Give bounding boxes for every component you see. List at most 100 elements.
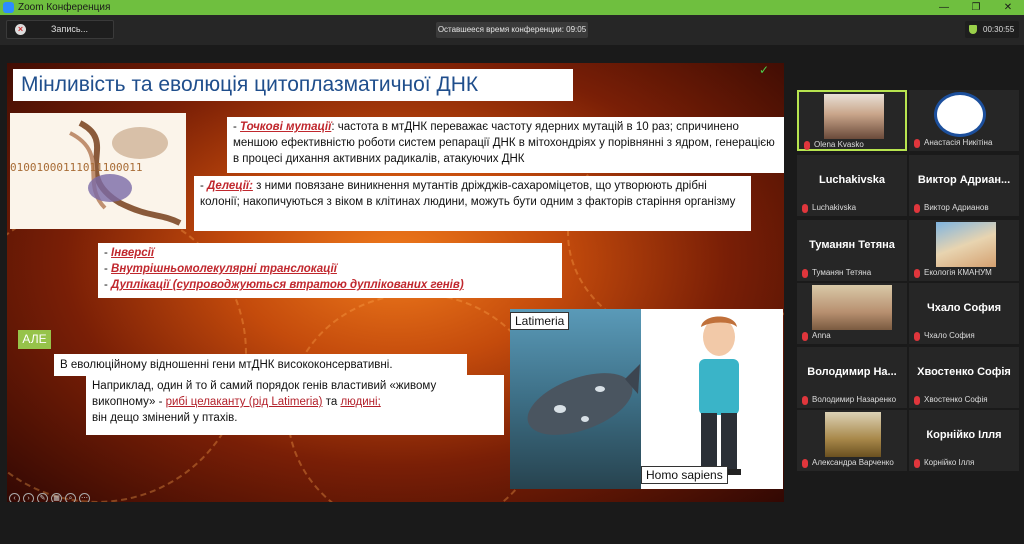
- participant-display-name: Туманян Тетяна: [809, 239, 895, 251]
- deletions-box: - Делеції: з ними повязане виникнення му…: [194, 176, 751, 231]
- participant-tile[interactable]: Туманян Тетяна Туманян Тетяна: [797, 220, 907, 281]
- human-figure: [697, 316, 741, 475]
- participant-name: Olena Kvasko: [814, 140, 864, 149]
- participant-tile[interactable]: Екологія КМАНУМ: [909, 220, 1019, 281]
- zoom-icon[interactable]: ⌕: [65, 493, 76, 502]
- participant-name: Екологія КМАНУМ: [924, 268, 992, 277]
- deletions-dash: -: [200, 180, 208, 192]
- participant-tile[interactable]: Анастасія Никітіна: [909, 90, 1019, 151]
- coelacanth-photo: [510, 309, 641, 489]
- record-button[interactable]: × Запись...: [6, 20, 114, 39]
- participant-name: Anna: [812, 331, 831, 340]
- participant-photo: [825, 412, 881, 457]
- example-text-3: він дещо змінений у птахів.: [92, 412, 238, 424]
- ale-label: АЛЕ: [18, 330, 51, 349]
- list-item: - Дуплікації (супроводжуються втратою ду…: [104, 277, 556, 293]
- participant-tile[interactable]: Володимир На... Володимир Назаренко: [797, 347, 907, 408]
- dna-illustration: 01001000111011100011: [10, 113, 186, 229]
- duplications-term: Дуплікації (супроводжуються втратою дупл…: [111, 279, 464, 291]
- list-dash: -: [104, 263, 112, 275]
- participant-name: Анастасія Никітіна: [924, 138, 993, 147]
- participant-tile[interactable]: Корнійко Ілля Корнійко Ілля: [909, 410, 1019, 471]
- mic-muted-icon: [914, 204, 920, 213]
- participant-name: Luchakivska: [812, 203, 857, 212]
- mic-muted-icon: [804, 141, 810, 150]
- list-item: - Інверсії: [104, 245, 556, 261]
- mic-muted-icon: [914, 459, 920, 468]
- maximize-button[interactable]: ❐: [960, 0, 992, 15]
- participant-video: [824, 94, 884, 139]
- participant-display-name: Чхало София: [926, 302, 1002, 314]
- mic-muted-icon: [914, 396, 920, 405]
- organization-logo: [934, 92, 986, 137]
- window-title: Zoom Конференция: [18, 2, 111, 13]
- list-item: - Внутрішньомолекулярні транслокації: [104, 261, 556, 277]
- fish-illustration: [527, 364, 640, 435]
- prev-slide-icon[interactable]: ‹: [9, 493, 20, 502]
- participant-tile[interactable]: Luchakivska Luchakivska: [797, 155, 907, 216]
- list-dash: -: [104, 247, 112, 259]
- human-illustration: [641, 309, 783, 489]
- coelacanth-link: рибі целаканту (рід Latimeria): [165, 396, 323, 408]
- more-icon[interactable]: ⋯: [79, 493, 90, 502]
- participant-tile[interactable]: Виктор Адриан... Виктор Адрианов: [909, 155, 1019, 216]
- mutation-types-list: - Інверсії - Внутрішньомолекулярні транс…: [98, 243, 562, 298]
- grid-icon[interactable]: ▦: [51, 493, 62, 502]
- inversions-term: Інверсії: [111, 247, 155, 259]
- minimize-button[interactable]: —: [928, 0, 960, 15]
- participant-display-name: Корнійко Ілля: [926, 429, 1002, 441]
- mic-muted-icon: [802, 269, 808, 278]
- remaining-time-badge: Оставшееся время конференции: 09:05: [436, 22, 588, 38]
- participant-display-name: Хвостенко Софія: [917, 366, 1011, 378]
- list-dash: -: [104, 279, 112, 291]
- mic-muted-icon: [802, 396, 808, 405]
- homo-sapiens-label: Homo sapiens: [641, 466, 728, 484]
- meeting-toolbar: × Запись... Оставшееся время конференции…: [0, 15, 1024, 45]
- deletions-term: Делеції:: [207, 180, 253, 192]
- check-icon: ✓: [759, 63, 770, 77]
- participant-display-name: Виктор Адриан...: [917, 174, 1011, 186]
- mic-muted-icon: [802, 204, 808, 213]
- participant-tile[interactable]: Olena Kvasko: [797, 90, 907, 151]
- participant-photo: [936, 222, 996, 267]
- human-link: людині;: [340, 396, 381, 408]
- participant-name: Корнійко Ілля: [924, 458, 975, 467]
- zoom-app-icon: [3, 2, 14, 13]
- close-button[interactable]: ✕: [992, 0, 1024, 15]
- participant-name: Александра Варченко: [812, 458, 894, 467]
- pen-icon[interactable]: ✎: [37, 493, 48, 502]
- mic-muted-icon: [802, 459, 808, 468]
- participant-name: Чхало София: [924, 331, 975, 340]
- participant-name: Виктор Адрианов: [924, 203, 989, 212]
- next-slide-icon[interactable]: ›: [23, 493, 34, 502]
- example-text-2: та: [322, 396, 341, 408]
- mic-muted-icon: [914, 269, 920, 278]
- point-dash: -: [233, 121, 241, 133]
- point-mutations-box: - Точкові мутації: частота в мтДНК перев…: [227, 117, 784, 173]
- slide-title: Мінливість та еволюція цитоплазматичної …: [13, 69, 573, 101]
- meeting-clock[interactable]: 00:30:55: [965, 21, 1019, 38]
- record-label: Запись...: [51, 24, 89, 34]
- window-titlebar: Zoom Конференция — ❐ ✕: [0, 0, 1024, 15]
- binary-text: 01001000111011100011: [10, 161, 143, 174]
- participant-video: [812, 285, 892, 330]
- shield-icon: [969, 25, 977, 34]
- participant-name: Володимир Назаренко: [812, 395, 897, 404]
- point-mutations-term: Точкові мутації: [240, 121, 332, 133]
- latimeria-label: Latimeria: [510, 312, 570, 330]
- participant-tile[interactable]: Александра Варченко: [797, 410, 907, 471]
- participant-name: Туманян Тетяна: [812, 268, 872, 277]
- conservative-genes-box: В еволюційному відношенні гени мтДНК вис…: [54, 354, 467, 376]
- participant-display-name: Володимир На...: [807, 366, 897, 378]
- example-box: Наприклад, один й то й самий порядок ген…: [86, 375, 504, 435]
- participant-tile[interactable]: Anna: [797, 283, 907, 344]
- participant-tile[interactable]: Чхало София Чхало София: [909, 283, 1019, 344]
- stop-record-icon: ×: [15, 24, 26, 35]
- translocations-term: Внутрішньомолекулярні транслокації: [111, 263, 337, 275]
- participant-tile[interactable]: Хвостенко Софія Хвостенко Софія: [909, 347, 1019, 408]
- mic-muted-icon: [914, 139, 920, 148]
- meeting-duration: 00:30:55: [983, 25, 1015, 34]
- shared-slide: Мінливість та еволюція цитоплазматичної …: [7, 63, 784, 502]
- mic-muted-icon: [914, 332, 920, 341]
- participant-display-name: Luchakivska: [818, 174, 886, 186]
